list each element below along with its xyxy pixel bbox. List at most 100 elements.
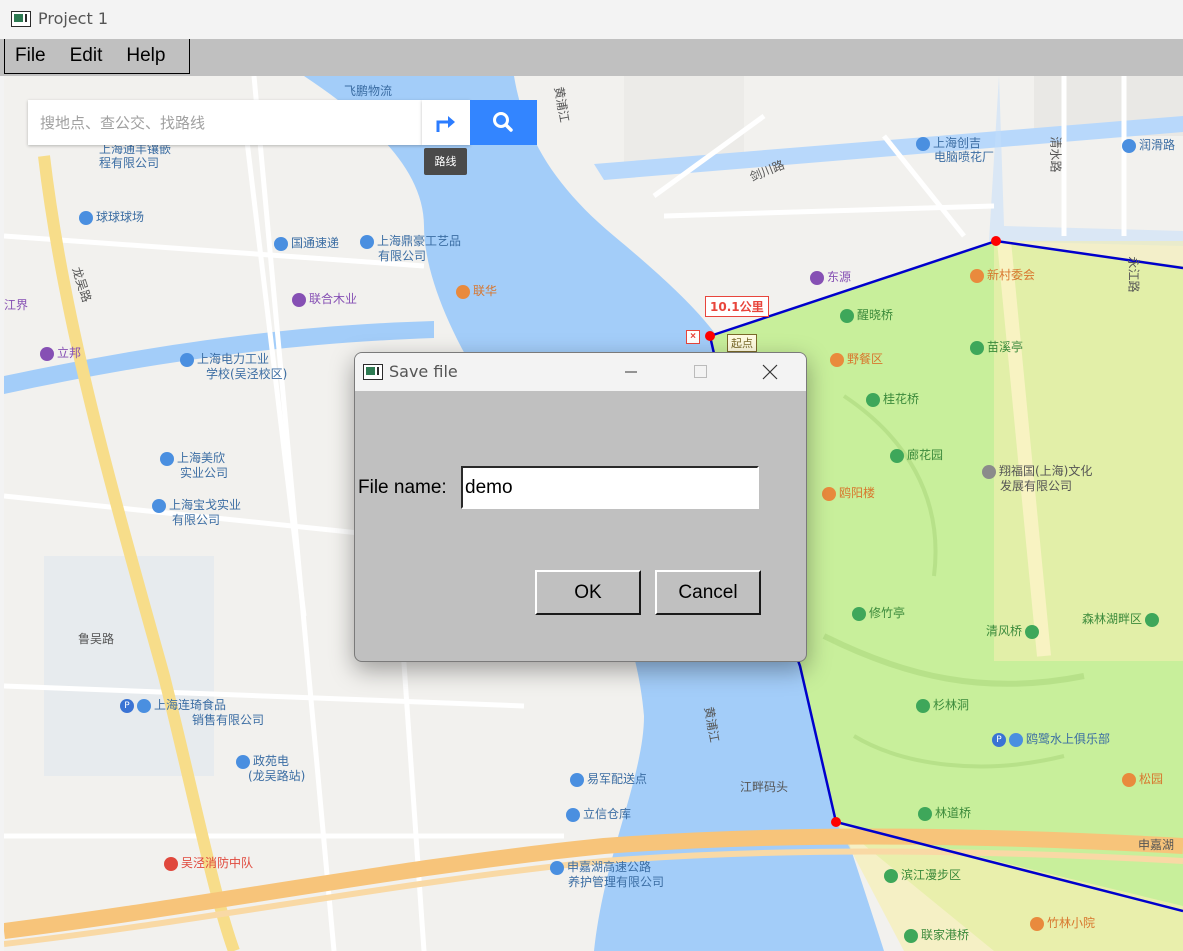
distance-label: 10.1公里 <box>705 296 769 317</box>
poi-icon <box>360 234 374 249</box>
map-label: 江界 <box>4 298 29 312</box>
delete-marker-icon[interactable]: × <box>686 330 700 344</box>
map-label-yanshan: 醒晓桥 <box>840 306 893 323</box>
map-road-label: 清水路 <box>1048 136 1063 173</box>
poi-icon <box>840 308 854 323</box>
poi-icon <box>79 210 93 225</box>
map-label-lianhe: 联合木业 <box>292 290 357 307</box>
poi-icon <box>918 806 932 821</box>
map-label-ye: 野餐区 <box>830 350 883 367</box>
map-label-xiaofang: 吴泾消防中队 <box>164 854 253 871</box>
poi-icon <box>830 352 844 367</box>
poi-icon <box>1122 772 1136 787</box>
map-label-senlin: 森林湖畔区 <box>1082 610 1162 627</box>
map-label-yixiang: 易军配送点 <box>570 770 647 787</box>
menu-group: File Edit Help <box>4 39 190 74</box>
poi-icon <box>1145 612 1160 627</box>
poi-icon <box>1122 138 1136 153</box>
map-label-lindao: 林道桥 <box>918 804 971 821</box>
poi-icon <box>916 698 930 713</box>
window-title: Project 1 <box>38 9 109 28</box>
dialog-app-icon <box>363 364 383 380</box>
poi-icon <box>904 928 918 943</box>
poi-icon <box>550 860 564 875</box>
map-label-julebu: P 鸥鹭水上俱乐部 <box>992 730 1110 747</box>
map-road-label: 鲁吴路 <box>78 632 115 646</box>
map-label: (龙吴路站) <box>248 769 306 783</box>
poi-icon <box>456 284 470 299</box>
map-label-qiqiu: 球球球场 <box>79 208 144 225</box>
poi-icon <box>982 464 996 479</box>
poi-icon <box>970 340 984 355</box>
route-button[interactable] <box>422 100 470 145</box>
poi-icon <box>566 807 580 822</box>
save-file-dialog: Save file File name: OK Cancel <box>354 352 807 662</box>
map-label-yongtai: 润滑路 <box>1122 136 1175 153</box>
map-label: 学校(吴泾校区) <box>206 367 288 381</box>
ok-button[interactable]: OK <box>535 570 641 615</box>
search-icon <box>493 112 513 132</box>
map-label-lianhua: 联华 <box>456 282 497 299</box>
poi-icon <box>570 772 584 787</box>
poi-icon <box>852 606 866 621</box>
map-road-label: 永江路 <box>1126 256 1141 293</box>
map-label: 销售有限公司 <box>192 713 265 727</box>
minimize-button[interactable] <box>608 353 654 391</box>
menu-file[interactable]: File <box>15 45 46 67</box>
map-label-ouyang: 鸥阳楼 <box>822 484 875 501</box>
cancel-button[interactable]: Cancel <box>655 570 761 615</box>
map-label-lianjia: 联家港桥 <box>904 926 969 943</box>
map-label: 有限公司 <box>172 513 221 527</box>
menu-edit[interactable]: Edit <box>70 45 103 67</box>
map-label-xinhua: 新村委会 <box>970 266 1035 283</box>
map-label-guotong: 国通速递 <box>274 234 339 251</box>
poi-icon <box>970 268 984 283</box>
map-label-lianhua2: 东源 <box>810 268 851 285</box>
map-label: 电脑喷花厂 <box>934 150 995 164</box>
map-label-binjiang: 滨江漫步区 <box>884 866 961 883</box>
poi-icon <box>884 868 898 883</box>
poi-icon <box>40 346 54 361</box>
start-label: 起点 <box>727 334 757 352</box>
map-label-shuangxiang: 苗溪亭 <box>970 338 1023 355</box>
poi-icon <box>1030 916 1044 931</box>
map-search-button[interactable] <box>470 100 537 145</box>
close-button[interactable] <box>747 353 793 391</box>
poi-icon <box>890 448 904 463</box>
map-search-box <box>28 100 422 145</box>
map-label: 养护管理有限公司 <box>568 875 665 889</box>
poi-icon <box>822 486 836 501</box>
menu-help[interactable]: Help <box>126 45 165 67</box>
fire-station-icon <box>164 856 178 871</box>
dialog-titlebar[interactable]: Save file <box>355 353 806 391</box>
map-label-liaohua: 廊花园 <box>890 446 943 463</box>
poi-icon <box>916 136 930 151</box>
map-search-input[interactable] <box>28 100 422 145</box>
file-name-input[interactable] <box>461 466 759 509</box>
map-label: 实业公司 <box>180 466 229 480</box>
maximize-icon <box>694 365 707 378</box>
map-label: 飞鹏物流 <box>344 84 393 98</box>
poi-icon <box>292 292 306 307</box>
map-label: 发展有限公司 <box>1000 479 1073 493</box>
map-label: 江畔码头 <box>740 780 789 794</box>
map-label-lilu: 立邦 <box>40 344 81 361</box>
map-label: 有限公司 <box>378 249 427 263</box>
map-label: 程有限公司 <box>99 156 160 170</box>
parking-icon: P <box>992 732 1006 747</box>
maximize-button[interactable] <box>677 353 723 391</box>
map-label-lixin: 立信仓库 <box>566 805 631 822</box>
route-tooltip: 路线 <box>424 148 467 175</box>
minimize-icon <box>625 371 637 373</box>
close-icon <box>762 364 778 380</box>
map-road-label: 申嘉湖 <box>1138 838 1175 852</box>
poi-icon <box>137 698 151 713</box>
window-titlebar[interactable]: Project 1 <box>0 0 1183 40</box>
poi-icon <box>160 451 174 466</box>
file-name-label: File name: <box>358 477 447 498</box>
poi-icon <box>180 352 194 367</box>
map-label-qingfeng: 清风桥 <box>986 622 1042 639</box>
menu-bar: File Edit Help <box>0 39 1183 76</box>
route-icon <box>436 116 455 132</box>
dialog-title: Save file <box>389 362 458 381</box>
